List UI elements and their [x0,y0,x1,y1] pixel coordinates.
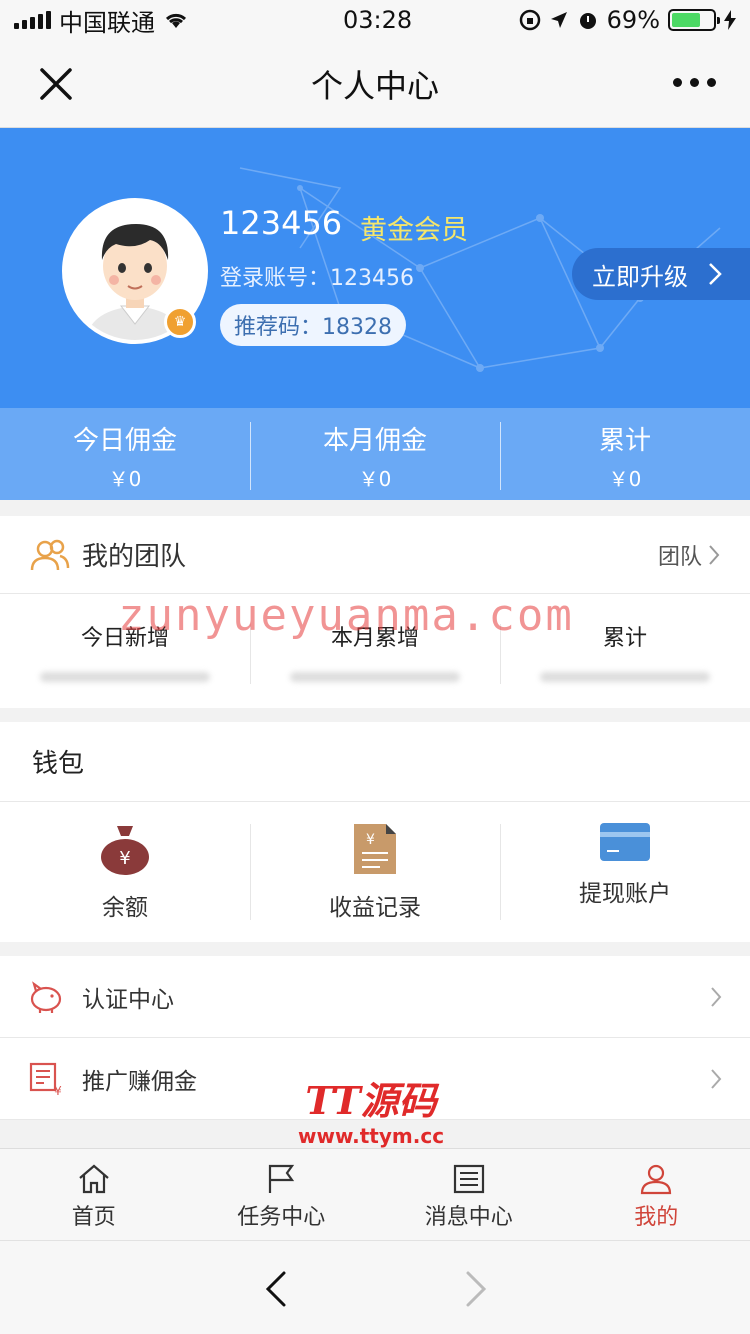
crown-icon: ♛ [164,306,196,338]
wallet-title: 钱包 [0,722,750,802]
commission-label: 累计 [598,426,651,456]
referral-code[interactable]: 推荐码：18328 [220,304,406,346]
close-icon[interactable] [36,64,76,104]
commission-summary: 今日佣金 ￥0 本月佣金 ￥0 累计 ￥0 [0,408,750,500]
chevron-right-icon [711,1068,722,1089]
upgrade-label: 立即升级 [592,262,688,291]
wallet-income-records[interactable]: ¥ 收益记录 [250,802,500,942]
tab-label: 我的 [634,1205,679,1230]
nav-bar: 个人中心 [0,40,750,128]
team-link-label: 团队 [657,544,702,570]
watermark-brand: TT源码 www.ttym.cc [298,1078,445,1149]
wallet-item-label: 提现账户 [579,881,671,907]
login-account: 登录账号：123456 [220,266,414,291]
money-bag-icon: ¥ [101,826,149,875]
watermark-brand-name: TT源码 [305,1078,437,1123]
forward-arrow-icon[interactable] [462,1269,490,1309]
income-record-icon: ¥ [354,824,396,874]
clock: 03:28 [343,6,413,34]
signal-icon [14,11,51,29]
member-level-badge: 黄金会员 [360,215,468,246]
commission-icon: ¥ [29,1062,62,1097]
commission-label: 今日佣金 [72,426,177,456]
team-title: 我的团队 [82,542,187,572]
message-icon [453,1164,484,1194]
chevron-right-icon [709,263,722,285]
user-icon [641,1164,672,1195]
team-link[interactable]: 团队 [658,539,720,571]
piggy-bank-icon [30,980,62,1013]
card-icon [600,823,650,861]
commission-total[interactable]: 累计 ￥0 [500,408,750,500]
browser-toolbar [0,1240,750,1334]
home-icon [79,1164,109,1194]
location-icon [550,12,567,28]
more-icon[interactable] [673,78,716,87]
menu-item-verification[interactable]: 认证中心 [0,956,750,1038]
battery-icon [668,9,720,31]
back-arrow-icon[interactable] [262,1269,290,1309]
tab-label: 消息中心 [424,1205,513,1230]
tab-label: 首页 [71,1205,116,1230]
page-title: 个人中心 [310,66,439,105]
tab-home[interactable]: 首页 [0,1149,188,1240]
chevron-right-icon [709,544,720,565]
team-header[interactable]: 我的团队 团队 [0,516,750,594]
flag-icon [269,1164,295,1193]
team-icon [30,539,70,570]
referral-code-label: 推荐码：18328 [234,315,392,340]
commission-value: ￥0 [108,467,142,491]
chevron-right-icon [711,986,722,1007]
commission-label: 本月佣金 [322,426,427,456]
tab-messages[interactable]: 消息中心 [375,1149,563,1240]
tab-bar: 首页 任务中心 消息中心 我的 [0,1148,750,1240]
svg-text:¥: ¥ [119,848,130,869]
watermark-site: zunyueyuanma.com [118,590,574,641]
commission-value: ￥0 [608,467,642,491]
commission-month[interactable]: 本月佣金 ￥0 [250,408,500,500]
svg-text:¥: ¥ [366,832,375,848]
status-bar: 中国联通 03:28 69% [0,0,750,40]
battery-percent: 69% [606,6,660,34]
upgrade-button[interactable]: 立即升级 [572,248,750,300]
watermark-brand-site: www.ttym.cc [298,1124,445,1148]
tab-mine[interactable]: 我的 [563,1149,750,1240]
tab-label: 任务中心 [237,1205,326,1230]
svg-text:¥: ¥ [54,1084,62,1097]
wallet-section: 钱包 ¥ 余额 ¥ 收益记录 提现账户 [0,722,750,942]
wifi-icon [165,13,187,28]
wallet-balance[interactable]: ¥ 余额 [0,802,250,942]
rotation-lock-icon [519,9,540,31]
charging-icon [724,10,736,30]
commission-value: ￥0 [358,467,392,491]
username: 123456 [220,204,343,242]
tab-tasks[interactable]: 任务中心 [188,1149,376,1240]
menu-item-label: 认证中心 [82,986,174,1013]
wallet-item-label: 收益记录 [329,895,421,921]
team-stat-label: 累计 [602,626,647,651]
commission-today[interactable]: 今日佣金 ￥0 [0,408,250,500]
profile-header: ♛ 123456 黄金会员 登录账号：123456 推荐码：18328 立即升级 [0,128,750,408]
alarm-icon [579,13,596,29]
wallet-withdraw-account[interactable]: 提现账户 [500,802,750,942]
wallet-item-label: 余额 [102,895,148,921]
carrier-label: 中国联通 [59,8,155,37]
